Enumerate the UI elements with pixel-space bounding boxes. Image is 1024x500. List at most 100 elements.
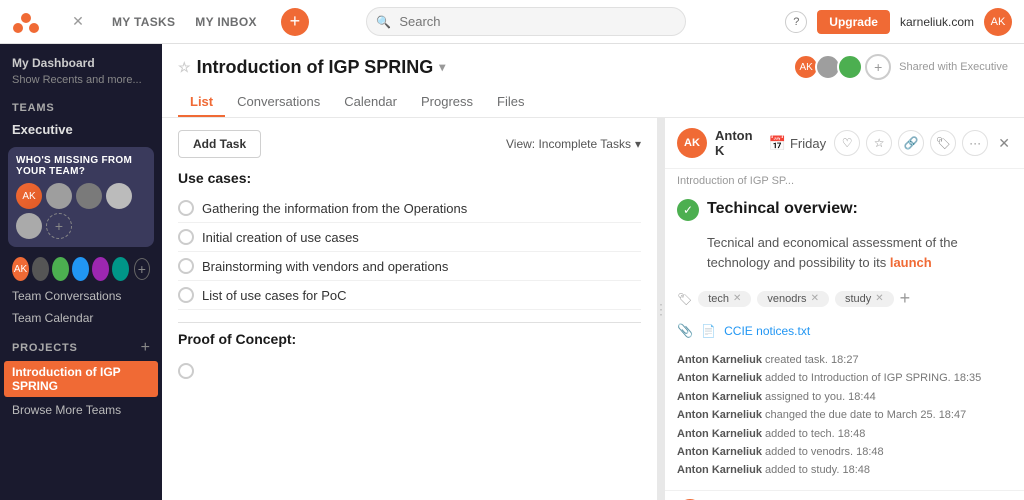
shared-avatar-3[interactable] — [837, 54, 863, 80]
detail-assignee-avatar[interactable]: AK — [677, 128, 707, 158]
upgrade-button[interactable]: Upgrade — [817, 10, 890, 34]
missing-bubble-text: WHO'S MISSING FROM YOUR TEAM? — [16, 155, 146, 177]
project-title-row: ☆ Introduction of IGP SPRING ▾ AK + Shar… — [178, 54, 1008, 80]
member-avatar-3[interactable] — [52, 257, 69, 281]
avatar-user-4[interactable] — [16, 213, 42, 239]
task-check-3[interactable] — [178, 258, 194, 274]
add-member-button[interactable]: + — [134, 258, 150, 280]
sidebar-team-executive[interactable]: Executive — [0, 118, 162, 141]
missing-team-bubble: WHO'S MISSING FROM YOUR TEAM? AK + — [8, 147, 154, 247]
task-text-4[interactable]: List of use cases for PoC — [202, 288, 641, 303]
tab-conversations[interactable]: Conversations — [225, 88, 332, 117]
add-task-button[interactable]: Add Task — [178, 130, 261, 158]
project-title-text: Introduction of IGP SPRING — [197, 57, 434, 78]
task-text-1[interactable]: Gathering the information from the Opera… — [202, 201, 641, 216]
project-header-right: AK + Shared with Executive — [797, 54, 1008, 80]
tab-files[interactable]: Files — [485, 88, 536, 117]
sidebar-project-igp-spring[interactable]: Introduction of IGP SPRING — [4, 361, 158, 397]
activity-item: Anton Karneliuk changed the due date to … — [677, 408, 1012, 423]
user-avatar[interactable]: AK — [984, 8, 1012, 36]
detail-panel: AK Anton K 📅 Friday ♡ ☆ 🔗 🏷 ··· ✕ — [664, 118, 1024, 500]
detail-description: Tecnical and economical assessment of th… — [665, 229, 1024, 280]
my-tasks-link[interactable]: MY TASKS — [104, 9, 183, 35]
task-check-1[interactable] — [178, 200, 194, 216]
tag-study[interactable]: study ✕ — [835, 291, 894, 307]
add-button[interactable]: + — [281, 8, 309, 36]
help-button[interactable]: ? — [785, 11, 807, 33]
sidebar-dashboard-link[interactable]: My Dashboard — [12, 54, 150, 72]
avatar-user-3[interactable] — [106, 183, 132, 209]
avatar-user-2[interactable] — [76, 183, 102, 209]
sidebar-members-row: AK + — [0, 253, 162, 285]
member-avatar-5[interactable] — [92, 257, 109, 281]
task-check-4[interactable] — [178, 287, 194, 303]
activity-item: Anton Karneliuk added to study. 18:48 — [677, 463, 1012, 478]
task-item: List of use cases for PoC — [178, 281, 641, 310]
attachment-link[interactable]: CCIE notices.txt — [724, 324, 810, 338]
detail-attachments: 📎 📄 CCIE notices.txt — [665, 317, 1024, 345]
task-done-check[interactable]: ✓ — [677, 199, 699, 221]
tab-list[interactable]: List — [178, 88, 225, 117]
detail-tag-button[interactable]: 🏷 — [930, 130, 956, 156]
detail-bookmark-button[interactable]: ☆ — [866, 130, 892, 156]
member-avatar-1[interactable]: AK — [12, 257, 29, 281]
tab-progress[interactable]: Progress — [409, 88, 485, 117]
task-add-row — [178, 355, 641, 387]
tab-calendar[interactable]: Calendar — [332, 88, 409, 117]
sidebar-show-recents-link[interactable]: Show Recents and more... — [12, 74, 150, 86]
detail-title-text[interactable]: Techincal overview: — [707, 199, 858, 220]
detail-breadcrumb: Introduction of IGP SP... — [665, 169, 1024, 193]
projects-section-header: PROJECTS + — [0, 329, 162, 361]
file-icon: 📄 — [701, 324, 716, 338]
add-project-button[interactable]: + — [141, 339, 150, 357]
task-check-2[interactable] — [178, 229, 194, 245]
add-tag-button[interactable]: + — [900, 288, 911, 309]
section-title-poc: Proof of Concept: — [178, 331, 641, 347]
detail-activity: Anton Karneliuk created task. 18:27 Anto… — [665, 345, 1024, 490]
avatar-user-1[interactable] — [46, 183, 72, 209]
user-account[interactable]: karneliuk.com — [900, 15, 974, 29]
browse-more-teams-link[interactable]: Browse More Teams — [0, 397, 162, 423]
detail-more-button[interactable]: ··· — [962, 130, 988, 156]
task-text-3[interactable]: Brainstorming with vendors and operation… — [202, 259, 641, 274]
detail-heart-button[interactable]: ♡ — [834, 130, 860, 156]
activity-item: Anton Karneliuk added to tech. 18:48 — [677, 427, 1012, 442]
team-conversations-link[interactable]: Team Conversations — [0, 285, 162, 307]
detail-date[interactable]: Friday — [790, 136, 826, 151]
team-calendar-link[interactable]: Team Calendar — [0, 307, 162, 329]
tag-tech-remove-button[interactable]: ✕ — [733, 293, 741, 304]
task-list-toolbar: Add Task View: Incomplete Tasks ▾ — [178, 130, 641, 158]
avatar-add-button[interactable]: + — [46, 213, 72, 239]
close-window-button[interactable]: ✕ — [68, 12, 88, 32]
tag-study-remove-button[interactable]: ✕ — [875, 293, 883, 304]
star-icon[interactable]: ☆ — [178, 59, 191, 76]
detail-date-wrap: 📅 Friday — [769, 135, 827, 152]
task-add-circle[interactable] — [178, 363, 194, 379]
tag-venodrs-remove-button[interactable]: ✕ — [811, 293, 819, 304]
member-avatar-4[interactable] — [72, 257, 89, 281]
main-layout: My Dashboard Show Recents and more... Te… — [0, 44, 1024, 500]
detail-header: AK Anton K 📅 Friday ♡ ☆ 🔗 🏷 ··· ✕ — [665, 118, 1024, 169]
task-item: Gathering the information from the Opera… — [178, 194, 641, 223]
project-tabs: List Conversations Calendar Progress Fil… — [178, 88, 1008, 117]
detail-close-button[interactable]: ✕ — [996, 132, 1012, 154]
member-avatar-2[interactable] — [32, 257, 49, 281]
activity-item: Anton Karneliuk added to venodrs. 18:48 — [677, 445, 1012, 460]
detail-assignee-name: Anton K — [715, 128, 753, 158]
view-filter-dropdown[interactable]: View: Incomplete Tasks ▾ — [506, 137, 641, 151]
task-item: Initial creation of use cases — [178, 223, 641, 252]
search-input[interactable] — [366, 7, 686, 36]
project-title-chevron-icon[interactable]: ▾ — [439, 60, 445, 74]
member-avatar-6[interactable] — [112, 257, 129, 281]
task-text-2[interactable]: Initial creation of use cases — [202, 230, 641, 245]
avatar-main-user[interactable]: AK — [16, 183, 42, 209]
tag-venodrs[interactable]: venodrs ✕ — [757, 291, 829, 307]
sidebar: My Dashboard Show Recents and more... Te… — [0, 44, 162, 500]
my-inbox-link[interactable]: MY INBOX — [187, 9, 265, 35]
search-icon: 🔍 — [376, 15, 391, 29]
tag-tech[interactable]: tech ✕ — [698, 291, 751, 307]
section-divider — [178, 322, 641, 323]
add-shared-member-button[interactable]: + — [865, 54, 891, 80]
missing-avatar-row: AK + — [16, 183, 146, 239]
detail-link-button[interactable]: 🔗 — [898, 130, 924, 156]
